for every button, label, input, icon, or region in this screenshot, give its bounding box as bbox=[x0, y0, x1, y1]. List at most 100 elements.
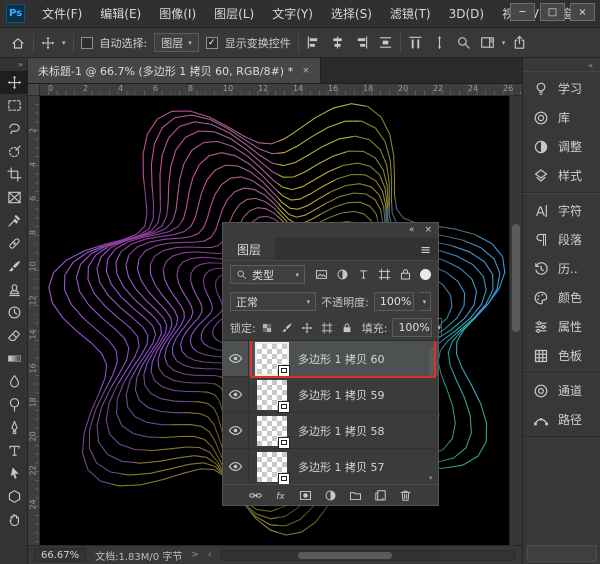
layer-thumbnail[interactable] bbox=[257, 416, 287, 446]
styles-panel[interactable]: 样式 bbox=[523, 161, 600, 190]
brush-tool[interactable] bbox=[0, 255, 28, 278]
new-group-icon[interactable] bbox=[349, 489, 362, 502]
align-left-icon[interactable] bbox=[306, 35, 321, 50]
history-brush-tool[interactable] bbox=[0, 301, 28, 324]
search-icon[interactable] bbox=[456, 35, 471, 50]
chevron-down-icon[interactable]: ▾ bbox=[62, 39, 66, 47]
layer-thumbnail[interactable] bbox=[257, 344, 287, 374]
blend-mode-dropdown[interactable]: 正常 ▾ bbox=[230, 292, 316, 311]
properties-panel[interactable]: 属性 bbox=[523, 312, 600, 341]
adjustments-panel[interactable]: 调整 bbox=[523, 132, 600, 161]
menu-item[interactable]: 3D(D) bbox=[440, 1, 493, 27]
clone-stamp-tool[interactable] bbox=[0, 278, 28, 301]
learn-panel[interactable]: 学习 bbox=[523, 74, 600, 103]
align-right-icon[interactable] bbox=[354, 35, 369, 50]
eye-icon[interactable] bbox=[223, 377, 249, 412]
libraries-panel[interactable]: 库 bbox=[523, 103, 600, 132]
vertical-scrollbar-thumb[interactable] bbox=[512, 224, 520, 332]
menu-item[interactable]: 滤镜(T) bbox=[381, 1, 440, 27]
crop-tool[interactable] bbox=[0, 163, 28, 186]
menu-item[interactable]: 选择(S) bbox=[322, 1, 381, 27]
lock-move-icon[interactable] bbox=[301, 322, 313, 334]
pen-tool[interactable] bbox=[0, 416, 28, 439]
eye-icon[interactable] bbox=[223, 341, 249, 376]
fill-chevron-icon[interactable]: ▾ bbox=[437, 318, 442, 337]
align-top-icon[interactable] bbox=[408, 35, 423, 50]
adjustment-filter-icon[interactable] bbox=[336, 268, 349, 281]
opacity-value[interactable]: 100% bbox=[374, 292, 414, 311]
layer-thumbnail[interactable] bbox=[257, 380, 287, 410]
character-panel[interactable]: 字符 bbox=[523, 196, 600, 225]
new-adjustment-icon[interactable] bbox=[324, 489, 337, 502]
paths-panel[interactable]: 路径 bbox=[523, 405, 600, 434]
layer-effects-icon[interactable]: fx bbox=[274, 489, 287, 502]
show-transform-checkbox[interactable]: ✓ bbox=[206, 37, 218, 49]
layer-row[interactable]: 多边形 1 拷贝 60 bbox=[223, 341, 438, 377]
share-icon[interactable] bbox=[512, 35, 527, 50]
panel-menu-icon[interactable]: ≡ bbox=[420, 244, 431, 257]
blur-tool[interactable] bbox=[0, 370, 28, 393]
lock-all-icon[interactable] bbox=[341, 322, 353, 334]
smart-object-filter-icon[interactable] bbox=[399, 268, 412, 281]
lock-transparency-icon[interactable] bbox=[261, 322, 273, 334]
eye-icon[interactable] bbox=[223, 449, 249, 484]
distribute-vertical-icon[interactable] bbox=[432, 35, 447, 50]
distribute-icon[interactable] bbox=[378, 35, 393, 50]
zoom-level-field[interactable]: 66.67% bbox=[34, 548, 86, 562]
panel-collapse-icon[interactable]: « bbox=[409, 225, 415, 235]
lock-paint-icon[interactable] bbox=[281, 322, 293, 334]
move-tool-icon[interactable] bbox=[41, 36, 55, 50]
auto-select-dropdown[interactable]: 图层▾ bbox=[154, 33, 199, 52]
scroll-left-icon[interactable]: ‹ bbox=[208, 550, 212, 560]
layers-scrollbar-thumb[interactable] bbox=[429, 348, 436, 378]
vertical-scrollbar[interactable] bbox=[509, 96, 522, 545]
layers-scrollbar[interactable]: ▾ bbox=[428, 341, 437, 484]
shape-tool[interactable] bbox=[0, 485, 28, 508]
link-layers-icon[interactable] bbox=[249, 489, 262, 502]
marquee-tool[interactable] bbox=[0, 94, 28, 117]
history-panel[interactable]: 历.. bbox=[523, 254, 600, 283]
type-filter-icon[interactable] bbox=[357, 268, 370, 281]
menu-item[interactable]: 文件(F) bbox=[33, 1, 91, 27]
layers-tab[interactable]: 图层 bbox=[223, 238, 275, 260]
paragraph-panel[interactable]: 段落 bbox=[523, 225, 600, 254]
menu-item[interactable]: 图像(I) bbox=[150, 1, 205, 27]
horizontal-scrollbar[interactable] bbox=[220, 550, 516, 561]
type-tool[interactable] bbox=[0, 439, 28, 462]
home-icon[interactable] bbox=[10, 35, 26, 51]
healing-brush-tool[interactable] bbox=[0, 232, 28, 255]
pixel-filter-icon[interactable] bbox=[315, 268, 328, 281]
chevron-down-icon[interactable]: ▾ bbox=[502, 39, 506, 47]
auto-select-checkbox[interactable] bbox=[81, 37, 93, 49]
layer-row[interactable]: 多边形 1 拷贝 59 bbox=[223, 377, 438, 413]
menu-item[interactable]: 编辑(E) bbox=[91, 1, 150, 27]
layer-row[interactable]: 多边形 1 拷贝 57 bbox=[223, 449, 438, 484]
move-tool[interactable] bbox=[0, 71, 28, 94]
channels-panel[interactable]: 通道 bbox=[523, 376, 600, 405]
eyedropper-tool[interactable] bbox=[0, 209, 28, 232]
lock-artboard-icon[interactable] bbox=[321, 322, 333, 334]
gradient-tool[interactable] bbox=[0, 347, 28, 370]
swatches-panel[interactable]: 色板 bbox=[523, 341, 600, 370]
hand-tool[interactable] bbox=[0, 508, 28, 531]
lasso-tool[interactable] bbox=[0, 117, 28, 140]
new-layer-icon[interactable] bbox=[374, 489, 387, 502]
collapse-dock-icon[interactable]: « bbox=[523, 58, 600, 71]
tab-close-icon[interactable]: × bbox=[302, 66, 310, 76]
eraser-tool[interactable] bbox=[0, 324, 28, 347]
panel-close-icon[interactable]: × bbox=[424, 225, 432, 235]
menu-item[interactable]: 文字(Y) bbox=[263, 1, 322, 27]
object-selection-tool[interactable] bbox=[0, 140, 28, 163]
layer-row[interactable]: 多边形 1 拷贝 58 bbox=[223, 413, 438, 449]
scroll-down-icon[interactable]: ▾ bbox=[429, 474, 433, 482]
close-button[interactable]: × bbox=[570, 3, 595, 21]
color-panel[interactable]: 颜色 bbox=[523, 283, 600, 312]
shape-filter-icon[interactable] bbox=[378, 268, 391, 281]
delete-layer-icon[interactable] bbox=[399, 489, 412, 502]
fill-value[interactable]: 100% bbox=[392, 318, 432, 337]
eye-icon[interactable] bbox=[223, 413, 249, 448]
layer-thumbnail[interactable] bbox=[257, 452, 287, 482]
filter-toggle-icon[interactable] bbox=[420, 269, 431, 280]
dodge-tool[interactable] bbox=[0, 393, 28, 416]
filter-type-dropdown[interactable]: 类型 ▾ bbox=[230, 265, 305, 284]
